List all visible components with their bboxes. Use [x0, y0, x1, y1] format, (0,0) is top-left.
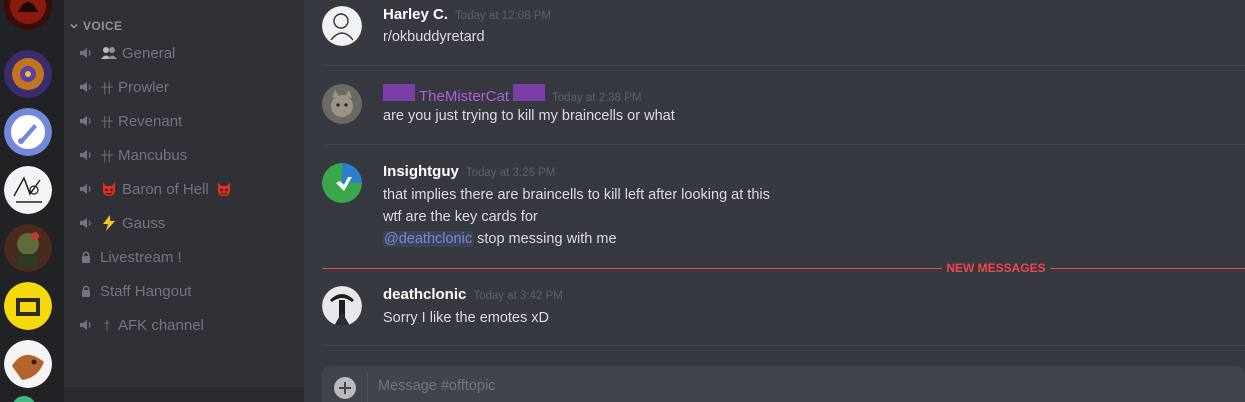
message-header: TheMisterCat Today at 2:38 PM [383, 84, 642, 105]
message-header: Harley C. Today at 12:08 PM [383, 6, 551, 26]
voice-category-label: VOICE [83, 19, 123, 33]
people-icon [101, 47, 117, 59]
channel-label: General [122, 44, 176, 62]
add-attachment-icon[interactable] [334, 377, 356, 399]
server-icon-woofer[interactable] [4, 282, 52, 330]
message-item: Insightguy Today at 3:26 PM that implies… [322, 163, 1222, 253]
message-header: Insightguy Today at 3:26 PM [383, 163, 555, 183]
username[interactable]: TheMisterCat [419, 88, 509, 105]
voice-channel-gauss[interactable]: Gauss [78, 211, 298, 235]
lock-icon [82, 251, 90, 263]
channel-label: Baron of Hell [122, 180, 209, 198]
message-divider [322, 345, 1245, 346]
server-rail [0, 0, 64, 402]
server-icon-dog[interactable] [4, 340, 52, 388]
channel-label: Revenant [118, 112, 183, 130]
voice-channel-afk[interactable]: † AFK channel [78, 313, 298, 337]
new-messages-line [1050, 268, 1245, 269]
user-mention[interactable]: @deathclonic [383, 231, 474, 247]
server-icon-sketch[interactable] [4, 166, 52, 214]
avatar[interactable] [322, 286, 362, 326]
voice-channel-prowler[interactable]: 卄 Prowler [78, 75, 298, 99]
speaker-icon [80, 48, 91, 58]
composer-separator [367, 372, 368, 402]
channel-label: Prowler [118, 78, 169, 96]
chevron-down-icon [70, 23, 78, 29]
message-text-with-mention: @deathclonic stop messing with me [383, 228, 617, 250]
message-item: Harley C. Today at 12:08 PM r/okbuddyret… [322, 6, 1222, 56]
username-decoration [513, 84, 546, 101]
message-text: r/okbuddyretard [383, 29, 485, 45]
new-messages-line [322, 268, 942, 269]
user-panel [64, 387, 304, 402]
timestamp: Today at 2:38 PM [552, 92, 642, 104]
avatar[interactable] [322, 84, 362, 124]
voice-channel-staff-hangout[interactable]: Staff Hangout [78, 279, 298, 303]
message-divider [322, 144, 1245, 145]
lock-icon [82, 285, 90, 297]
message-item: TheMisterCat Today at 2:38 PM are you ju… [322, 84, 1222, 134]
speaker-icon [80, 150, 91, 160]
channel-sidebar: VOICE General 卄 Prowler 卄 Revenant 卄 Man… [64, 0, 304, 402]
username[interactable]: Insightguy [383, 163, 459, 180]
avatar[interactable] [322, 6, 362, 46]
channel-label: AFK channel [118, 316, 204, 334]
message-text: that implies there are braincells to kil… [383, 187, 770, 203]
avatar[interactable] [322, 163, 362, 203]
speaker-icon [80, 116, 91, 126]
new-messages-divider: NEW MESSAGES [322, 259, 1245, 277]
lightning-icon [103, 215, 115, 231]
new-messages-label: NEW MESSAGES [946, 261, 1046, 275]
message-composer [322, 366, 1245, 402]
channel-glyph: 卄 [100, 80, 114, 96]
username[interactable]: deathclonic [383, 286, 466, 303]
timestamp: Today at 3:42 PM [473, 290, 563, 302]
voice-channel-general[interactable]: General [78, 41, 298, 65]
channel-label: Gauss [122, 214, 166, 232]
speaker-icon [80, 218, 91, 228]
message-divider [322, 65, 1245, 66]
discord-window: VOICE General 卄 Prowler 卄 Revenant 卄 Man… [0, 0, 1245, 402]
speaker-icon [80, 82, 91, 92]
username-decoration [383, 84, 415, 101]
server-icon-blue-rocket[interactable] [4, 108, 52, 156]
voice-channel-livestream[interactable]: Livestream ! [78, 245, 298, 269]
channel-label: Mancubus [118, 146, 188, 164]
message-header: deathclonic Today at 3:42 PM [383, 286, 563, 306]
speaker-icon [80, 320, 91, 330]
voice-category-header[interactable]: VOICE [68, 18, 122, 34]
server-icon-rune[interactable] [4, 50, 52, 98]
server-icon-doomguy[interactable] [4, 224, 52, 272]
message-text: stop messing with me [473, 231, 617, 247]
message-item: deathclonic Today at 3:42 PM Sorry I lik… [322, 286, 1222, 336]
voice-channel-mancubus[interactable]: 卄 Mancubus [78, 143, 298, 167]
voice-channel-revenant[interactable]: 卄 Revenant [78, 109, 298, 133]
message-text: are you just trying to kill my braincell… [383, 108, 675, 124]
message-text: wtf are the key cards for [383, 209, 538, 225]
speaker-icon [80, 184, 91, 194]
username[interactable]: Harley C. [383, 6, 448, 23]
voice-channel-baron-of-hell[interactable]: Baron of Hell [78, 177, 298, 201]
timestamp: Today at 3:26 PM [465, 167, 556, 179]
message-input[interactable] [378, 374, 1078, 398]
channel-label: Livestream ! [100, 248, 182, 266]
imp-icon [217, 182, 230, 196]
channel-glyph: 卄 [100, 114, 114, 130]
imp-icon [103, 182, 115, 196]
channel-label: Staff Hangout [100, 282, 192, 300]
message-text: Sorry I like the emotes xD [383, 310, 549, 326]
chat-area: Harley C. Today at 12:08 PM r/okbuddyret… [304, 0, 1245, 402]
channel-glyph: † [103, 317, 111, 333]
timestamp: Today at 12:08 PM [455, 10, 551, 22]
channel-glyph: 卄 [100, 148, 114, 164]
server-icon-doom-helmet[interactable] [4, 0, 52, 30]
